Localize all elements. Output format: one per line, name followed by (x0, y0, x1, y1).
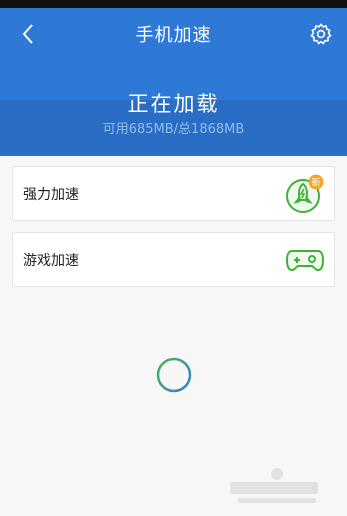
loading-spinner (156, 357, 192, 393)
gamepad-icon (284, 239, 326, 281)
settings-button[interactable] (307, 20, 335, 48)
header: 手机加速 正在加载 可用685MB/总1868MB (0, 8, 347, 156)
status-bar (0, 0, 347, 8)
watermark-logo (230, 468, 318, 503)
page-title: 手机加速 (135, 25, 212, 46)
boost-card[interactable]: 强力加速 新 (12, 166, 335, 221)
memory-usage: 可用685MB/总1868MB (102, 122, 245, 137)
boost-label: 强力加速 (23, 187, 79, 203)
rocket-icon: 新 (284, 173, 326, 215)
new-badge: 新 (311, 177, 320, 189)
game-boost-label: 游戏加速 (23, 253, 79, 269)
gear-icon (310, 23, 332, 45)
loading-status: 正在加载 (127, 92, 220, 116)
game-boost-card[interactable]: 游戏加速 (12, 232, 335, 287)
